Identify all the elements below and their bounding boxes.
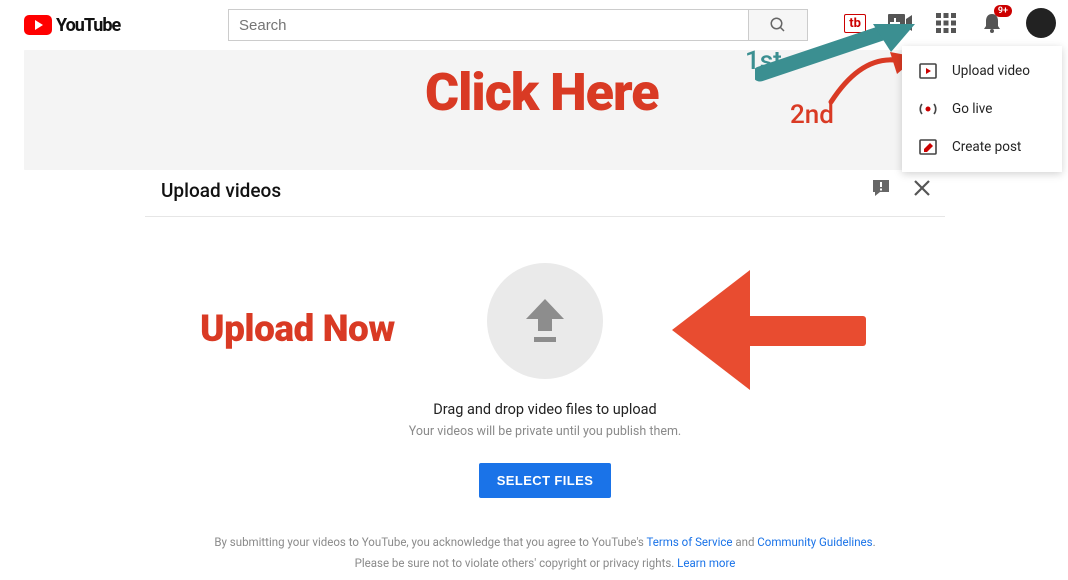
youtube-logo[interactable]: YouTube <box>24 15 120 36</box>
live-icon <box>918 99 938 119</box>
search-form <box>228 9 808 41</box>
edit-post-icon <box>918 137 938 157</box>
topbar-actions: tb 9+ <box>844 8 1056 38</box>
dialog-header: Upload videos <box>145 172 945 217</box>
dialog-body: Drag and drop video files to upload Your… <box>145 217 945 573</box>
create-menu: Upload video Go live Create post <box>902 46 1062 172</box>
learn-more-link[interactable]: Learn more <box>677 556 735 570</box>
close-button[interactable] <box>913 179 931 201</box>
upload-dropzone[interactable] <box>487 263 603 379</box>
notification-count-badge: 9+ <box>994 5 1012 17</box>
create-button[interactable] <box>888 11 912 35</box>
notifications-button[interactable]: 9+ <box>980 11 1004 35</box>
menu-item-label: Create post <box>952 139 1021 155</box>
menu-item-upload-video[interactable]: Upload video <box>902 52 1062 90</box>
play-box-icon <box>918 61 938 81</box>
avatar[interactable] <box>1026 8 1056 38</box>
youtube-logo-text: YouTube <box>56 15 120 36</box>
menu-item-go-live[interactable]: Go live <box>902 90 1062 128</box>
tubebuddy-badge[interactable]: tb <box>844 14 866 33</box>
drag-drop-title: Drag and drop video files to upload <box>433 401 656 418</box>
search-button[interactable] <box>748 9 808 41</box>
feedback-icon <box>871 178 891 198</box>
legal-text: By submitting your videos to YouTube, yo… <box>214 532 875 573</box>
apps-button[interactable] <box>934 11 958 35</box>
select-files-button[interactable]: SELECT FILES <box>479 463 612 498</box>
legal-and: and <box>733 535 758 549</box>
menu-item-create-post[interactable]: Create post <box>902 128 1062 166</box>
tos-link[interactable]: Terms of Service <box>647 535 733 549</box>
annotation-upload-now: Upload Now <box>200 308 395 351</box>
annotation-second: 2nd <box>790 100 834 130</box>
legal-line2: Please be sure not to violate others' co… <box>355 556 678 570</box>
menu-item-label: Upload video <box>952 63 1030 79</box>
annotation-click-here: Click Here <box>425 62 659 123</box>
search-input[interactable] <box>228 9 748 41</box>
feedback-button[interactable] <box>871 178 891 202</box>
annotation-first: 1st <box>745 46 782 76</box>
grid-icon <box>936 13 956 33</box>
drag-drop-subtitle: Your videos will be private until you pu… <box>409 424 681 439</box>
menu-item-label: Go live <box>952 101 992 117</box>
close-icon <box>913 179 931 197</box>
upload-dialog: Upload videos Drag and drop video files … <box>145 172 945 573</box>
topbar: YouTube tb 9+ <box>0 0 1068 50</box>
legal-dot: . <box>873 535 876 549</box>
dialog-title: Upload videos <box>161 179 281 202</box>
search-icon <box>769 16 787 34</box>
legal-pre: By submitting your videos to YouTube, yo… <box>214 535 646 549</box>
upload-arrow-icon <box>522 297 568 345</box>
youtube-logo-icon <box>24 15 52 35</box>
video-plus-icon <box>888 14 912 32</box>
community-guidelines-link[interactable]: Community Guidelines <box>757 535 872 549</box>
